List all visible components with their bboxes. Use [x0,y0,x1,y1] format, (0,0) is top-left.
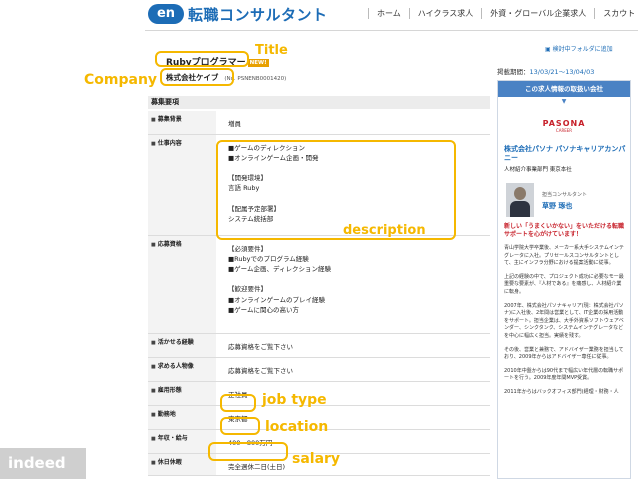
row-label: 活かせる経験 [148,333,216,358]
row-label: 雇用形態 [148,381,216,406]
table-row: 募集背景増員 [148,111,490,135]
row-label: 勤務地 [148,405,216,430]
consultant-bio-2: 上記の経験の中で、プロジェクト成功に必要なモー最重要な要素が、『人材である』を痛… [504,273,624,295]
row-value: 応募資格をご覧下さい [216,333,490,358]
consultant-bio-4: その後、営業と兼務で、アドバイザー業務を担当しており、2009年からはアドバイザ… [504,346,624,361]
posting-period: 掲載期間：13/03/21〜13/04/03 [497,66,594,76]
table-row: 応募資格【必須要件】 ■Rubyでのプログラム経験 ■ゲーム企画、ディレクション… [148,235,490,334]
consultant-bio-6: 2011年からはバックオフィス部門(経理・財務・人 [504,388,619,395]
new-badge: NEW! [247,58,269,67]
company-annotation-box [160,68,234,86]
table-row: 活かせる経験応募資格をご覧下さい [148,333,490,358]
row-label: 募集背景 [148,111,216,135]
agency-company-link[interactable]: 株式会社パソナ パソナキャリアカンパニー [504,145,626,163]
salary-annotation-box [208,442,288,461]
job-type-value: 正社員 [216,381,490,406]
location-annotation-box [220,417,260,435]
nav-home[interactable]: ホーム [368,8,409,19]
agency-dept: 人材紹介事業部門 東京本社 [504,167,572,173]
row-label: 年収・給与 [148,429,216,454]
consultant-catchphrase: 新しい「うまくいかない」をいただける転職サポートを心がけています！ [504,223,625,238]
row-label: 応募資格 [148,235,216,334]
nav-highclass[interactable]: ハイクラス求人 [408,8,482,19]
agency-logo: PASONA [542,119,586,128]
nav-global[interactable]: 外資・グローバル企業求人 [481,8,594,19]
consultant-role: 担当コンサルタント [542,192,588,198]
consultant-bio-5: 2010年中盤からは90代まで幅広い年代層の転職サポートを行う。2009年度年間… [504,367,624,382]
agency-logo-sub: CAREER [555,128,573,133]
title-annotation-box [155,51,249,67]
favorite-link-label: 検討中フォルダに追加 [552,46,613,53]
row-label: 仕事内容 [148,134,216,236]
consultant-card: 担当コンサルタント 草野 琢也 [504,183,630,217]
consultant-bio-3: 2007年、株式会社パソナキャリア(現：株式会社パソナ)に入社後、2年間は営業と… [504,302,624,339]
location-annotation-label: location [265,419,329,435]
site-logo[interactable]: en 転職コンサルタント [148,2,338,26]
indeed-logo: indeed [0,448,86,479]
header-divider [145,30,638,31]
favorite-link[interactable]: ▣ 検討中フォルダに追加 [545,44,613,53]
consultant-photo [506,183,534,217]
row-value: 増員 [216,111,490,135]
row-label: 休日休暇 [148,453,216,476]
table-row: 求める人物像応募資格をご覧下さい [148,357,490,382]
row-value: 応募資格をご覧下さい [216,357,490,382]
agency-sidebar: この求人情報の取扱い会社 ▼ PASONA CAREER 株式会社パソナ パソナ… [497,80,631,479]
arrow-down-icon: ▼ [561,98,567,105]
title-annotation-label: Title [255,43,288,58]
logo-mark: en [148,4,184,24]
logo-text: 転職コンサルタント [188,5,328,24]
consultant-bio-1: 青山学院大学卒業後、メーカー系大手システムインテグレータに入社。プリセールスコン… [504,245,624,267]
period-label: 掲載期間： [497,68,530,76]
top-nav: ホーム ハイクラス求人 外資・グローバル企業求人 スカウト [368,8,638,19]
row-value: 【必須要件】 ■Rubyでのプログラム経験 ■ゲーム企画、ディレクション経験 【… [216,235,490,334]
consultant-name[interactable]: 草野 琢也 [542,201,572,211]
nav-scout[interactable]: スカウト [594,8,638,19]
description-annotation-label: description [343,223,426,238]
period-dates: 13/03/21〜13/04/03 [529,68,595,76]
company-annotation-label: Company [84,72,158,88]
job-type-annotation-label: job type [262,392,327,408]
sidebar-heading: この求人情報の取扱い会社 [498,81,630,97]
row-label: 求める人物像 [148,357,216,382]
salary-annotation-label: salary [292,451,341,467]
job-type-annotation-box [220,394,256,412]
folder-icon: ▣ [545,46,553,53]
requirements-heading: 募集要項 [148,96,490,109]
